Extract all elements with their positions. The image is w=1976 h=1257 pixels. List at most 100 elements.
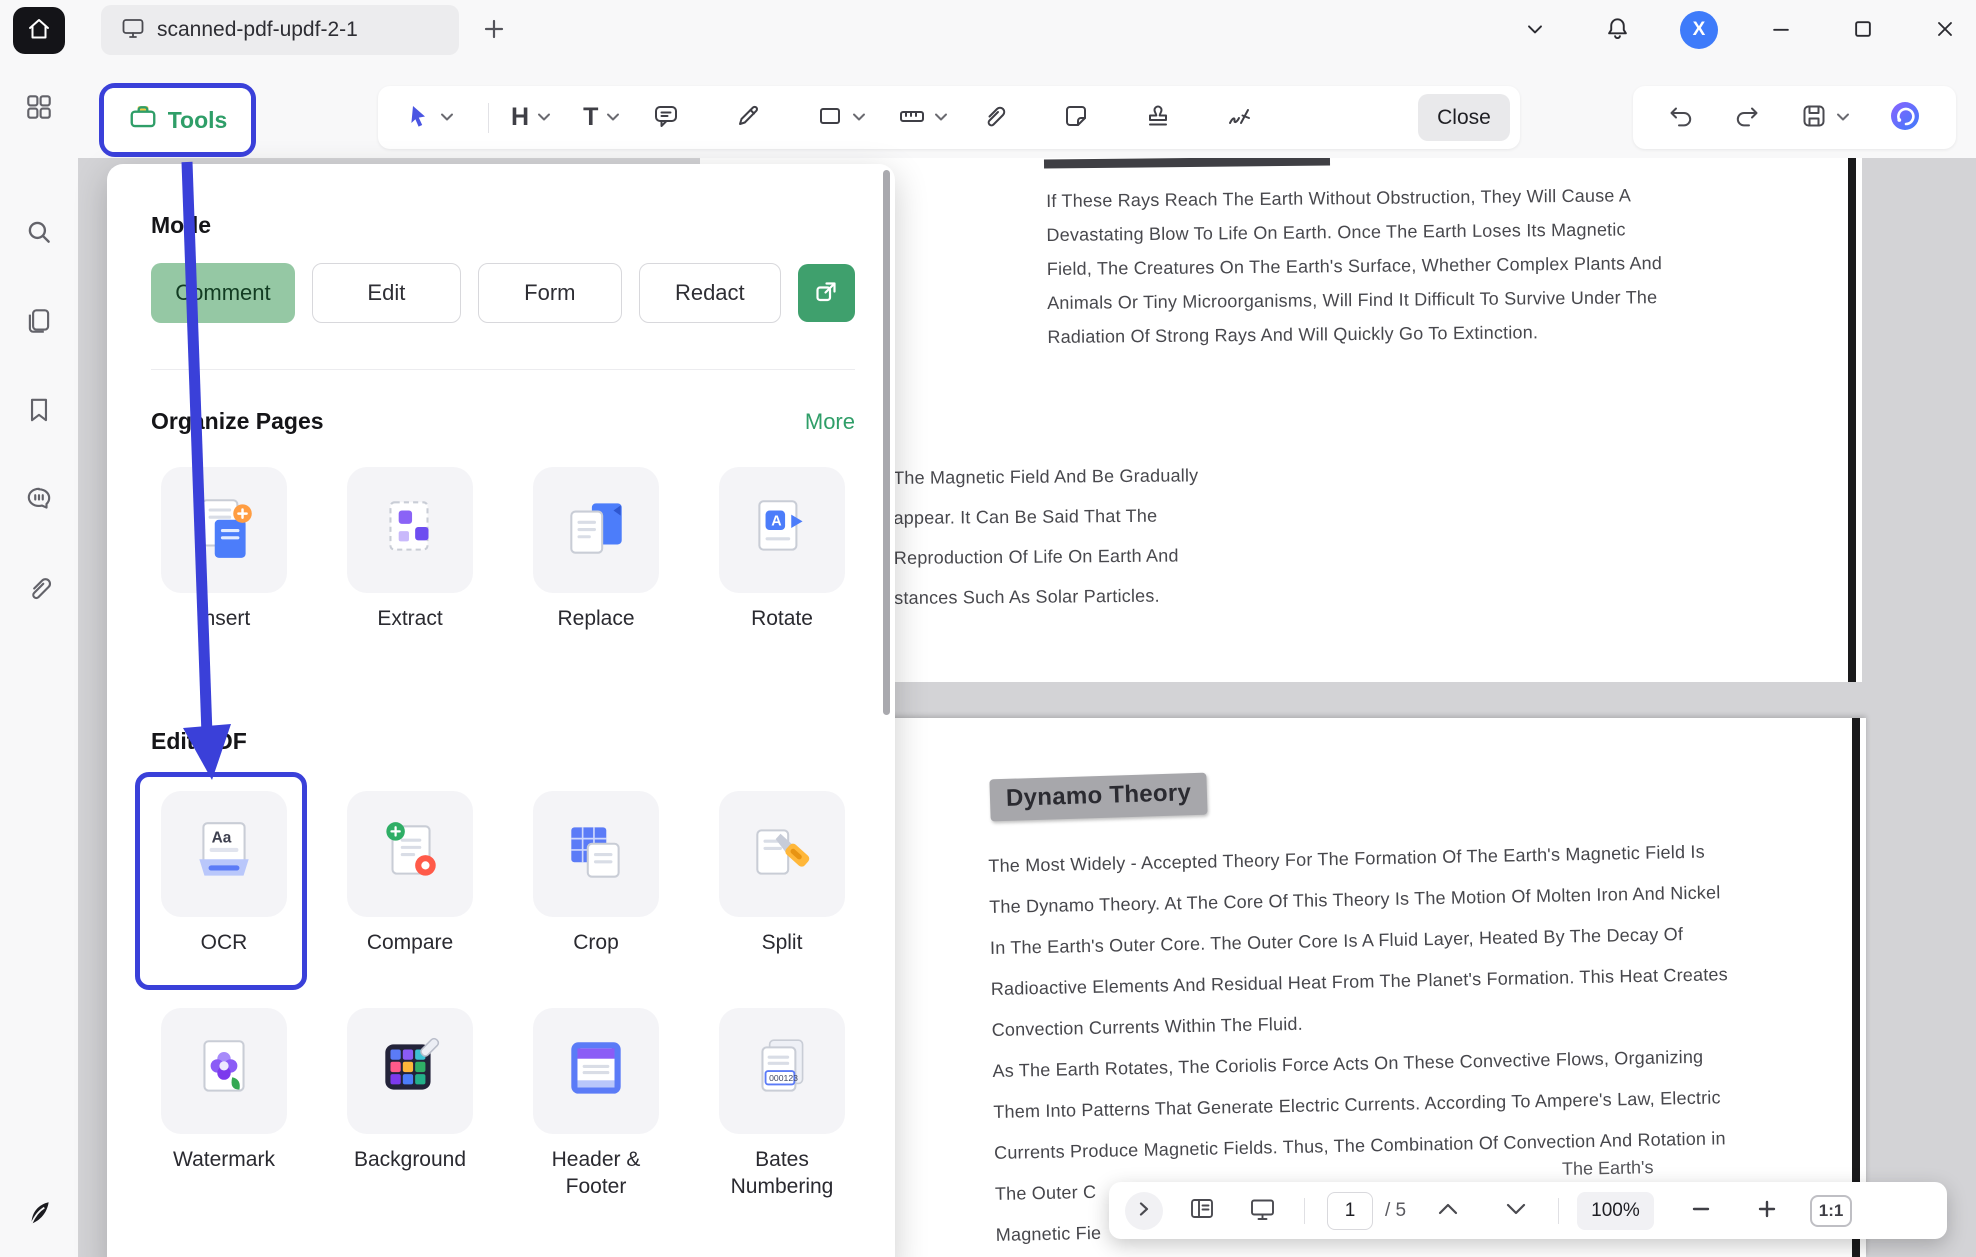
previous-page-button[interactable] — [1436, 1201, 1460, 1220]
page1-partial-line: Reproduction Of Life On Earth And — [894, 535, 1200, 578]
bottom-bar-divider — [1304, 1198, 1305, 1224]
tool-header-footer[interactable]: Header & Footer — [523, 1008, 669, 1200]
zoom-in-button[interactable] — [1756, 1198, 1778, 1223]
text-tool-dropdown[interactable] — [602, 106, 624, 129]
tool-bates-numbering[interactable]: 000123 Bates Numbering — [709, 1008, 855, 1200]
bell-icon — [1604, 15, 1631, 45]
select-tool-dropdown[interactable] — [436, 106, 458, 129]
note-icon — [652, 102, 680, 133]
signature-tool[interactable] — [1222, 98, 1258, 137]
tool-watermark[interactable]: Watermark — [151, 1008, 297, 1200]
highlight-tool[interactable]: H — [507, 99, 533, 136]
undo-button[interactable] — [1663, 98, 1699, 137]
signature-icon — [1226, 102, 1254, 133]
tools-button[interactable]: Tools — [104, 88, 251, 152]
zoom-level-button[interactable]: 100% — [1577, 1192, 1654, 1230]
notifications-button[interactable] — [1598, 15, 1636, 45]
redo-button[interactable] — [1729, 98, 1765, 137]
mode-edit-button[interactable]: Edit — [312, 263, 461, 323]
stamp-tool[interactable] — [1140, 98, 1176, 137]
highlight-icon: H — [511, 103, 529, 132]
updf-logo-button[interactable] — [24, 1198, 54, 1231]
tool-crop[interactable]: Crop — [523, 791, 669, 956]
left-sidebar — [0, 0, 78, 1257]
page1-partial-line: appear. It Can Be Said That The — [893, 495, 1199, 538]
new-tab-button[interactable] — [481, 16, 507, 45]
next-page-button[interactable] — [1504, 1201, 1528, 1220]
ruler-icon — [898, 102, 926, 133]
svg-text:Aa: Aa — [212, 829, 232, 846]
save-dropdown[interactable] — [1832, 106, 1854, 129]
cropped-heading-strip — [1044, 157, 1330, 169]
user-avatar[interactable]: X — [1680, 11, 1718, 49]
panel-divider — [151, 369, 855, 370]
attachments-button[interactable] — [24, 573, 54, 606]
tool-ocr[interactable]: Aa OCR — [151, 791, 297, 956]
document-tab[interactable]: scanned-pdf-updf-2-1 — [101, 5, 459, 55]
open-in-new-window-button[interactable] — [798, 264, 855, 322]
apps-grid-button[interactable] — [24, 92, 54, 125]
tool-replace[interactable]: Replace — [523, 467, 669, 632]
expand-bar-button[interactable] — [1125, 1192, 1163, 1230]
mode-comment-button[interactable]: Comment — [151, 263, 295, 323]
minimize-icon — [1769, 17, 1793, 44]
organize-cards-row: Insert Extract Replace A Rotate — [151, 467, 855, 632]
pages-button[interactable] — [24, 306, 54, 339]
presentation-mode-button[interactable] — [1249, 1196, 1276, 1226]
bookmarks-button[interactable] — [24, 395, 54, 428]
minimize-button[interactable] — [1762, 17, 1800, 44]
home-button[interactable] — [13, 7, 65, 54]
zoom-out-button[interactable] — [1690, 1198, 1712, 1223]
titlebar-controls: X — [1516, 11, 1964, 49]
actual-size-button[interactable]: 1:1 — [1810, 1195, 1853, 1227]
highlight-tool-dropdown[interactable] — [533, 106, 555, 129]
stamp-icon — [1144, 102, 1172, 133]
tool-split[interactable]: Split — [709, 791, 855, 956]
page-thumbnails-button[interactable] — [1189, 1196, 1215, 1225]
mode-heading: Mode — [151, 212, 855, 239]
note-tool[interactable] — [648, 98, 684, 137]
panel-scrollbar[interactable] — [883, 170, 890, 715]
tool-background[interactable]: Background — [337, 1008, 483, 1200]
tool-rotate[interactable]: A Rotate — [709, 467, 855, 632]
chevron-down-icon — [606, 110, 620, 125]
app-window: If These Rays Reach The Earth Without Ob… — [0, 0, 1976, 1257]
main-toolbar: H T Close — [378, 86, 1520, 149]
page1-paragraph: If These Rays Reach The Earth Without Ob… — [1046, 178, 1663, 354]
toolbox-icon — [128, 103, 158, 137]
save-button[interactable] — [1796, 98, 1832, 137]
organize-more-link[interactable]: More — [805, 409, 855, 435]
mode-form-button[interactable]: Form — [478, 263, 622, 323]
attach-file-tool[interactable] — [976, 98, 1012, 137]
measure-tool-dropdown[interactable] — [930, 106, 952, 129]
shape-tool-dropdown[interactable] — [848, 106, 870, 129]
close-window-button[interactable] — [1926, 17, 1964, 44]
ai-assistant-button[interactable] — [1884, 95, 1926, 140]
comments-button[interactable] — [24, 484, 54, 517]
replace-pages-icon — [560, 492, 632, 569]
minus-icon — [1690, 1198, 1712, 1223]
tabs-dropdown-button[interactable] — [1516, 17, 1554, 44]
edit-pdf-cards-row-1: Aa OCR Compare Crop Split — [151, 791, 855, 956]
select-tool[interactable] — [400, 98, 436, 137]
rotate-pages-icon: A — [746, 492, 818, 569]
close-tools-button[interactable]: Close — [1418, 94, 1510, 141]
edit-pdf-heading: Edit PDF — [151, 728, 855, 755]
search-button[interactable] — [24, 217, 54, 250]
tool-compare[interactable]: Compare — [337, 791, 483, 956]
text-tool[interactable]: T — [579, 99, 602, 136]
tool-insert[interactable]: Insert — [151, 467, 297, 632]
svg-text:A: A — [771, 513, 782, 529]
page2-heading-highlight: Dynamo Theory — [989, 773, 1207, 822]
mode-redact-button[interactable]: Redact — [639, 263, 781, 323]
maximize-button[interactable] — [1844, 17, 1882, 44]
sticker-tool[interactable] — [1058, 98, 1094, 137]
toolbar-divider — [488, 103, 489, 133]
tool-extract[interactable]: Extract — [337, 467, 483, 632]
pencil-tool[interactable] — [730, 98, 766, 137]
measure-tool[interactable] — [894, 98, 930, 137]
page-number-input[interactable]: 1 — [1327, 1192, 1373, 1230]
page1-partial-line: stances Such As Solar Particles. — [894, 575, 1200, 618]
shape-tool[interactable] — [812, 98, 848, 137]
plus-icon — [481, 16, 507, 45]
